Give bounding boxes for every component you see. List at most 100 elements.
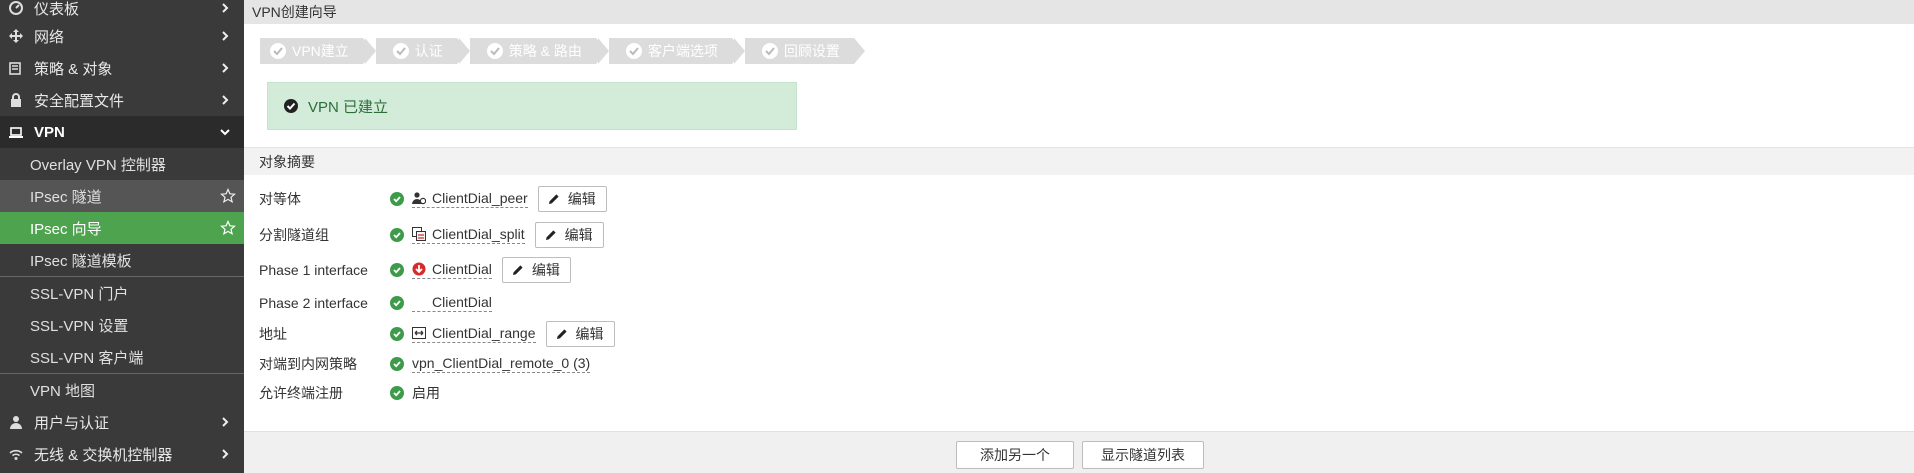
check-circle-icon: [390, 296, 404, 310]
sidebar-item-ipsec-wizard[interactable]: IPsec 向导: [0, 212, 244, 244]
laptop-icon: [8, 124, 24, 140]
wizard-steps: VPN建立 认证 策略 & 路由 客户端选项 回顾设置: [260, 38, 865, 64]
chevron-right-icon: [222, 95, 229, 105]
sidebar-item-ssl-vpn-clients[interactable]: SSL-VPN 客户端: [0, 341, 244, 373]
wizard-step: 客户端选项: [597, 38, 743, 64]
check-icon: [270, 43, 286, 59]
sidebar-item-ipsec-tunnels[interactable]: IPsec 隧道: [0, 180, 244, 212]
network-icon: [8, 28, 24, 44]
edit-label: 编辑: [567, 191, 596, 207]
sidebar-item-vpn[interactable]: VPN: [0, 116, 244, 148]
edit-label: 编辑: [564, 227, 593, 243]
check-circle-icon: [390, 263, 404, 277]
edit-button[interactable]: 编辑: [545, 321, 615, 347]
object-link[interactable]: ClientDial: [412, 261, 492, 279]
check-circle-icon: [284, 99, 298, 113]
chevron-right-icon: [222, 449, 229, 459]
chevron-right-icon: [222, 417, 229, 427]
wizard-step-label: 认证: [414, 43, 443, 59]
object-name: ClientDial_split: [432, 226, 525, 242]
add-another-button[interactable]: 添加另一个: [956, 441, 1074, 469]
row-label: Phase 1 interface: [259, 262, 368, 278]
sidebar-item-label: 用户与认证: [34, 414, 110, 432]
sidebar-item-label: 网络: [34, 28, 65, 46]
sidebar-item-label: SSL-VPN 门户: [30, 285, 129, 303]
sidebar-item-network[interactable]: 网络: [0, 20, 244, 52]
wifi-icon: [8, 446, 24, 462]
lock-icon: [8, 92, 24, 108]
page-title: VPN创建向导: [244, 0, 1914, 24]
row-label: 分割隧道组: [259, 227, 329, 243]
summary-row-phase1: Phase 1 interface ClientDial 编辑: [259, 256, 571, 284]
object-link[interactable]: vpn_ClientDial_remote_0 (3): [412, 355, 591, 373]
wizard-step-label: 回顾设置: [783, 43, 840, 59]
address-range-icon: [412, 326, 426, 340]
row-label: Phase 2 interface: [259, 295, 368, 311]
object-link[interactable]: ClientDial_range: [412, 325, 536, 343]
row-label: 对等体: [259, 191, 301, 207]
footer-bar: 添加另一个 显示隧道列表: [244, 431, 1914, 473]
check-icon: [625, 43, 642, 59]
star-icon[interactable]: [220, 188, 236, 204]
summary-row-peer: 对等体 ClientDial_peer 编辑: [259, 185, 607, 213]
sidebar-item-vpn-map[interactable]: VPN 地图: [0, 374, 244, 406]
blank-icon-slot: [412, 295, 426, 309]
wizard-step-label: VPN建立: [292, 43, 349, 59]
user-icon: [8, 414, 24, 430]
show-tunnel-list-button[interactable]: 显示隧道列表: [1082, 441, 1204, 469]
sidebar: 仪表板 网络 策略 & 对象 安全配置文件 VPN Overlay VPN 控制…: [0, 0, 244, 473]
wizard-step: 策略 & 路由: [458, 38, 608, 64]
wizard-step: 回顾设置: [733, 38, 865, 64]
sidebar-item-label: SSL-VPN 客户端: [30, 349, 144, 367]
sidebar-item-label: 策略 & 对象: [34, 60, 113, 78]
check-icon: [392, 43, 409, 59]
sidebar-item-security-profiles[interactable]: 安全配置文件: [0, 84, 244, 116]
policy-icon: [8, 60, 24, 76]
check-circle-icon: [390, 386, 404, 400]
sidebar-item-label: 仪表板: [34, 0, 80, 18]
sidebar-item-label: Overlay VPN 控制器: [30, 156, 166, 174]
interface-down-icon: [412, 262, 426, 276]
sidebar-item-policy[interactable]: 策略 & 对象: [0, 52, 244, 84]
edit-button[interactable]: 编辑: [537, 186, 607, 212]
summary-row-endpoint-registration: 允许终端注册 启用: [259, 379, 440, 407]
sidebar-item-label: IPsec 向导: [30, 220, 102, 238]
peer-user-icon: [412, 191, 426, 205]
pencil-icon: [556, 329, 567, 339]
sidebar-item-label: 安全配置文件: [34, 92, 125, 110]
section-title: 对象摘要: [244, 147, 1914, 175]
edit-button[interactable]: 编辑: [534, 222, 604, 248]
chevron-right-icon: [222, 63, 229, 73]
sidebar-item-ssl-vpn-settings[interactable]: SSL-VPN 设置: [0, 309, 244, 341]
sidebar-item-label: IPsec 隧道模板: [30, 252, 132, 270]
main-content: VPN创建向导 VPN建立 认证 策略 & 路由 客户端选项 回顾设置 VPN …: [244, 0, 1914, 473]
star-icon[interactable]: [220, 220, 236, 236]
pencil-icon: [545, 230, 556, 240]
sidebar-item-label: 无线 & 交换机控制器: [34, 446, 173, 464]
check-circle-icon: [390, 192, 404, 206]
check-icon: [761, 43, 778, 59]
sidebar-item-wifi-switch[interactable]: 无线 & 交换机控制器: [0, 438, 244, 470]
object-link[interactable]: ClientDial_split: [412, 226, 525, 244]
object-name: ClientDial: [432, 261, 492, 277]
sidebar-item-label: VPN: [34, 123, 65, 141]
sidebar-item-label: IPsec 隧道: [30, 188, 102, 206]
row-label: 允许终端注册: [259, 385, 343, 401]
sidebar-item-user-auth[interactable]: 用户与认证: [0, 406, 244, 438]
object-link[interactable]: ClientDial: [412, 294, 492, 312]
object-link[interactable]: ClientDial_peer: [412, 190, 528, 208]
summary-row-split-group: 分割隧道组 ClientDial_split 编辑: [259, 221, 604, 249]
sidebar-item-ssl-vpn-portals[interactable]: SSL-VPN 门户: [0, 277, 244, 309]
success-alert: VPN 已建立: [267, 82, 797, 130]
sidebar-item-ipsec-templates[interactable]: IPsec 隧道模板: [0, 244, 244, 276]
edit-button[interactable]: 编辑: [501, 257, 571, 283]
sidebar-item-label: SSL-VPN 设置: [30, 317, 129, 335]
summary-row-policy: 对端到内网策略 vpn_ClientDial_remote_0 (3): [259, 350, 600, 378]
sidebar-item-dashboard[interactable]: 仪表板: [0, 0, 244, 20]
object-name: ClientDial_peer: [432, 190, 528, 206]
check-circle-icon: [390, 327, 404, 341]
row-value: 启用: [412, 385, 440, 401]
chevron-right-icon: [222, 31, 229, 41]
check-circle-icon: [390, 228, 404, 242]
sidebar-item-overlay-vpn[interactable]: Overlay VPN 控制器: [0, 148, 244, 180]
